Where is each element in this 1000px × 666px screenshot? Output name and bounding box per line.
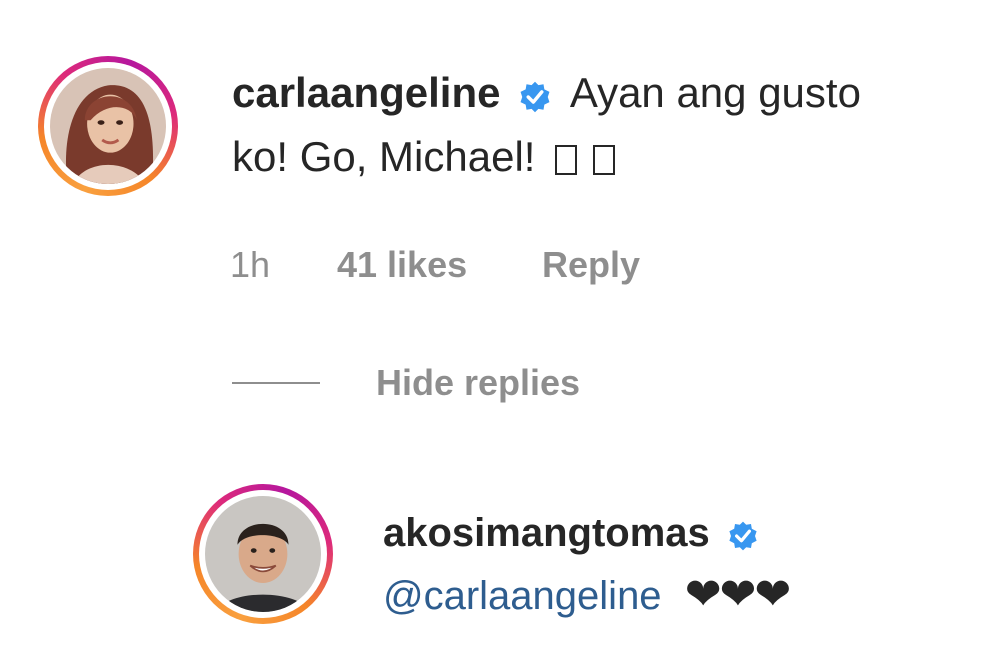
reply-button[interactable]: Reply xyxy=(542,240,640,290)
reply-username[interactable]: akosimangtomas xyxy=(383,511,710,555)
comment-line-1: carlaangeline Ayan ang gusto xyxy=(232,68,861,121)
commenter-username[interactable]: carlaangeline xyxy=(232,69,500,116)
divider-line xyxy=(232,382,320,384)
comment-text-part-1: Ayan ang gusto xyxy=(569,69,861,116)
missing-emoji-icon xyxy=(555,145,578,175)
hide-replies-button[interactable]: Hide replies xyxy=(232,358,580,408)
hide-replies-label: Hide replies xyxy=(376,362,581,403)
comment-thread: carlaangeline Ayan ang gusto ko! Go, Mic… xyxy=(0,0,1000,666)
commenter-avatar[interactable] xyxy=(38,56,178,196)
profile-photo-woman-icon xyxy=(50,68,166,184)
reply-avatar[interactable] xyxy=(193,484,333,624)
comment-line-2: ko! Go, Michael! xyxy=(232,132,615,182)
hearts-emoji: ❤❤❤ xyxy=(684,569,792,620)
missing-emoji-icon xyxy=(592,145,615,175)
mention-link[interactable]: @carlaangeline xyxy=(383,574,662,618)
verified-badge-icon xyxy=(721,510,759,560)
reply-header: akosimangtomas xyxy=(383,508,759,560)
reply-text: @carlaangeline ❤❤❤ xyxy=(383,569,792,621)
comment-likes[interactable]: 41 likes xyxy=(337,240,467,290)
comment-text-part-2: ko! Go, Michael! xyxy=(232,133,536,180)
profile-photo-man-icon xyxy=(205,496,321,612)
verified-badge-icon xyxy=(512,71,552,121)
comment-timestamp[interactable]: 1h xyxy=(230,240,270,290)
